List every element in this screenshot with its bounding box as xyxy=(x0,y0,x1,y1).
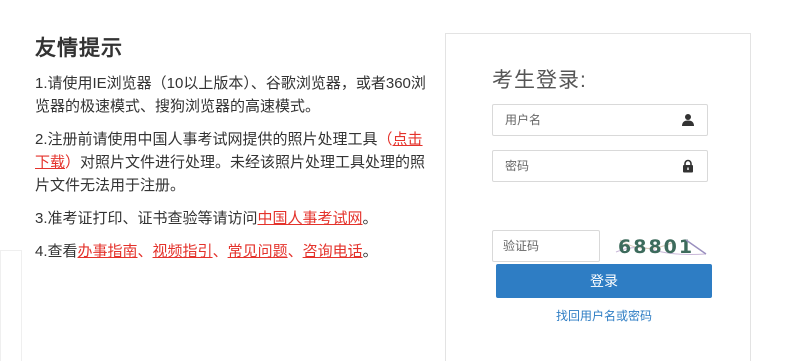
username-input[interactable] xyxy=(493,105,707,135)
password-field xyxy=(492,150,708,182)
notice-item-browser: 1.请使用IE浏览器（10以上版本）、谷歌浏览器，或者360浏览器的极速模式、搜… xyxy=(35,72,435,118)
user-icon xyxy=(682,114,694,126)
paren-close: ） xyxy=(65,154,81,171)
notice-item-admission: 3.准考证打印、证书查验等请访问中国人事考试网。 xyxy=(35,207,435,230)
paren-open: （ xyxy=(377,131,393,148)
login-panel: 考生登录: 68801 登录 找回用户名或密码 xyxy=(445,33,751,361)
separator: 、 xyxy=(212,243,228,260)
captcha-text: 68801 xyxy=(618,236,694,258)
hotline-link[interactable]: 咨询电话 xyxy=(303,243,363,260)
notice-item-text: 2.注册前请使用中国人事考试网提供的照片处理工具 xyxy=(35,131,378,148)
captcha-input[interactable] xyxy=(493,231,599,261)
separator: 、 xyxy=(137,243,153,260)
notice-item-text: 。 xyxy=(362,243,378,260)
password-input[interactable] xyxy=(493,151,707,181)
notice-title: 友情提示 xyxy=(35,37,123,60)
notice-item-text: 4.查看 xyxy=(35,243,78,260)
recover-account-link[interactable]: 找回用户名或密码 xyxy=(496,307,712,324)
notice-item-text: 。 xyxy=(362,210,378,227)
lock-icon xyxy=(683,159,693,173)
captcha-field xyxy=(492,230,600,262)
captcha-image[interactable]: 68801 xyxy=(614,230,710,262)
guide-link[interactable]: 办事指南 xyxy=(78,243,138,260)
notice-section: 友情提示 1.请使用IE浏览器（10以上版本）、谷歌浏览器，或者360浏览器的极… xyxy=(35,32,435,273)
background-decoration-left xyxy=(0,250,22,361)
username-field xyxy=(492,104,708,136)
faq-link[interactable]: 常见问题 xyxy=(228,243,288,260)
notice-item-photo-tool: 2.注册前请使用中国人事考试网提供的照片处理工具（点击下载）对照片文件进行处理。… xyxy=(35,128,435,197)
notice-item-text: 对照片文件进行处理。未经该照片处理工具处理的照片文件无法用于注册。 xyxy=(35,154,426,194)
notice-item-text: 1.请使用IE浏览器（10以上版本）、谷歌浏览器，或者360浏览器的极速模式、搜… xyxy=(35,75,426,115)
login-title: 考生登录: xyxy=(492,69,587,92)
login-button[interactable]: 登录 xyxy=(496,264,712,298)
separator: 、 xyxy=(287,243,303,260)
notice-item-text: 3.准考证打印、证书查验等请访问 xyxy=(35,210,258,227)
cpta-site-link[interactable]: 中国人事考试网 xyxy=(258,210,363,227)
notice-item-help: 4.查看办事指南、视频指引、常见问题、咨询电话。 xyxy=(35,240,435,263)
video-guide-link[interactable]: 视频指引 xyxy=(153,243,213,260)
